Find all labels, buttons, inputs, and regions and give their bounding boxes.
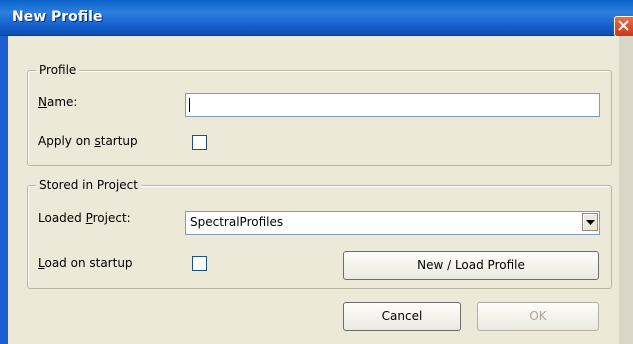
close-icon xyxy=(618,20,629,31)
loaded-project-value: SpectralProfiles xyxy=(190,215,284,229)
profile-group: Profile xyxy=(27,63,612,166)
stored-group-label: Stored in Project xyxy=(36,178,141,192)
dropdown-button[interactable] xyxy=(582,213,598,231)
text-caret xyxy=(189,98,190,112)
right-window-border xyxy=(619,36,633,344)
ok-button[interactable]: OK xyxy=(477,302,599,331)
apply-on-startup-checkbox[interactable] xyxy=(192,135,207,150)
dialog-window: New Profile Profile Name: Apply on start… xyxy=(0,0,633,344)
window-title: New Profile xyxy=(12,9,103,25)
profile-group-label: Profile xyxy=(36,63,80,77)
new-load-profile-button[interactable]: New / Load Profile xyxy=(343,251,599,280)
title-bar[interactable]: New Profile xyxy=(0,0,633,37)
name-field[interactable] xyxy=(185,93,600,117)
load-on-startup-checkbox[interactable] xyxy=(192,256,207,271)
name-input[interactable] xyxy=(186,94,599,116)
loaded-project-select[interactable]: SpectralProfiles xyxy=(185,211,600,235)
apply-on-startup-label: Apply on startup xyxy=(38,134,138,148)
loaded-project-label: Loaded Project: xyxy=(38,211,131,225)
chevron-down-icon xyxy=(586,220,595,225)
left-window-border xyxy=(0,36,8,344)
load-on-startup-label: Load on startup xyxy=(38,256,133,270)
cancel-button[interactable]: Cancel xyxy=(343,302,461,331)
close-button[interactable] xyxy=(614,16,633,37)
name-label: Name: xyxy=(38,95,78,109)
